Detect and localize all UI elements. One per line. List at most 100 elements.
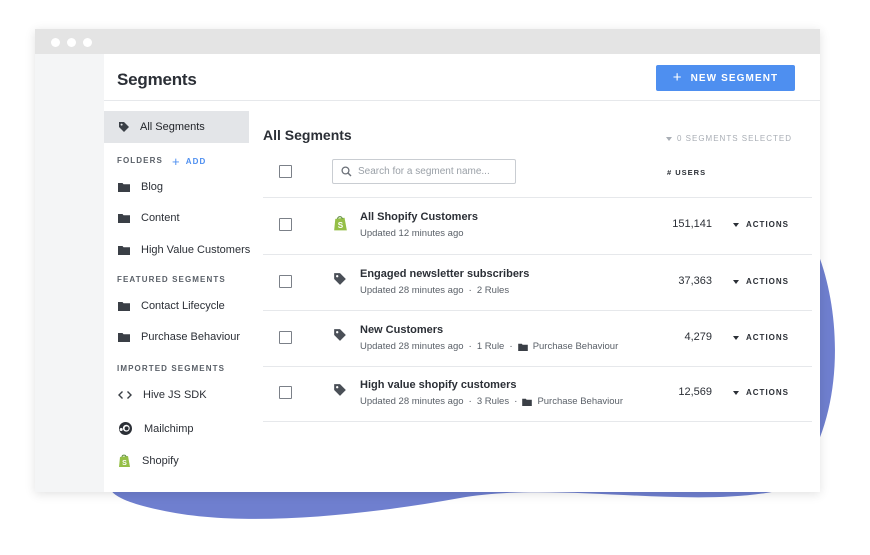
actions-dropdown[interactable]: ACTIONS bbox=[733, 277, 789, 286]
row-checkbox[interactable] bbox=[279, 331, 292, 344]
code-icon bbox=[118, 391, 132, 399]
left-nav-strip bbox=[35, 54, 104, 492]
sidebar-item-label: Purchase Behaviour bbox=[141, 331, 241, 343]
featured-segments-heading: FEATURED SEGMENTS bbox=[117, 275, 226, 284]
section-title: All Segments bbox=[263, 127, 352, 143]
segments-sidebar: All Segments FOLDERS + ADD Blog Content … bbox=[104, 101, 250, 492]
shopify-icon: S bbox=[119, 454, 130, 467]
updated-text: Updated 28 minutes ago bbox=[360, 341, 464, 352]
actions-label: ACTIONS bbox=[746, 333, 789, 342]
updated-text: Updated 12 minutes ago bbox=[360, 228, 464, 239]
page-title: Segments bbox=[117, 70, 197, 89]
window-dot-close[interactable] bbox=[51, 38, 60, 47]
mailchimp-icon bbox=[119, 422, 132, 435]
search-icon bbox=[341, 166, 352, 177]
sidebar-item-content[interactable]: Content bbox=[118, 212, 180, 224]
tag-icon bbox=[119, 122, 129, 132]
selected-count-label: 0 SEGMENTS SELECTED bbox=[676, 134, 792, 143]
rules-count: 1 Rule bbox=[476, 341, 505, 352]
segment-search[interactable] bbox=[332, 159, 516, 184]
sidebar-item-label: Blog bbox=[141, 181, 164, 193]
segment-meta: Updated 12 minutes ago bbox=[360, 228, 464, 239]
segment-meta: Updated 28 minutes ago · 2 Rules bbox=[360, 285, 509, 296]
caret-down-icon bbox=[733, 335, 739, 340]
plus-icon: + bbox=[672, 69, 683, 86]
folder-icon bbox=[517, 343, 528, 351]
app-window: Segments + NEW SEGMENT All Segments FOLD… bbox=[35, 29, 820, 492]
folders-heading: FOLDERS bbox=[117, 156, 163, 165]
actions-label: ACTIONS bbox=[746, 277, 789, 286]
sidebar-item-label: High Value Customers bbox=[141, 244, 251, 256]
imported-segments-heading: IMPORTED SEGMENTS bbox=[117, 364, 226, 373]
updated-text: Updated 28 minutes ago bbox=[360, 396, 464, 407]
separator-dot: · bbox=[468, 396, 472, 407]
tag-icon bbox=[334, 273, 346, 285]
row-checkbox[interactable] bbox=[279, 386, 292, 399]
sidebar-item-contact-lifecycle[interactable]: Contact Lifecycle bbox=[118, 300, 225, 312]
segment-name[interactable]: Engaged newsletter subscribers bbox=[360, 268, 529, 280]
window-titlebar bbox=[35, 29, 820, 54]
folder-icon bbox=[118, 183, 130, 192]
separator-dot: · bbox=[509, 341, 513, 352]
user-count: 4,279 bbox=[684, 331, 712, 343]
folder-icon bbox=[118, 302, 130, 311]
user-count: 37,363 bbox=[678, 275, 712, 287]
sidebar-item-purchase-behaviour[interactable]: Purchase Behaviour bbox=[118, 331, 240, 343]
shopify-icon: S bbox=[334, 216, 347, 231]
add-folder-button[interactable]: + ADD bbox=[172, 154, 206, 169]
table-row[interactable]: High value shopify customers Updated 28 … bbox=[263, 366, 812, 421]
svg-text:S: S bbox=[122, 460, 127, 467]
table-row[interactable]: Engaged newsletter subscribers Updated 2… bbox=[263, 255, 812, 310]
actions-dropdown[interactable]: ACTIONS bbox=[733, 388, 789, 397]
table-row[interactable]: S All Shopify Customers Updated 12 minut… bbox=[263, 198, 812, 253]
window-dot-minimize[interactable] bbox=[67, 38, 76, 47]
sidebar-item-label: Shopify bbox=[142, 455, 179, 467]
caret-down-icon bbox=[665, 136, 672, 141]
folder-icon bbox=[118, 214, 130, 223]
selection-dropdown[interactable]: 0 SEGMENTS SELECTED bbox=[665, 134, 792, 143]
sidebar-item-all-segments[interactable]: All Segments bbox=[104, 111, 249, 143]
table-row[interactable]: New Customers Updated 28 minutes ago · 1… bbox=[263, 311, 812, 366]
sidebar-item-blog[interactable]: Blog bbox=[118, 181, 163, 193]
actions-dropdown[interactable]: ACTIONS bbox=[733, 220, 789, 229]
caret-down-icon bbox=[733, 222, 739, 227]
segment-name[interactable]: High value shopify customers bbox=[360, 379, 516, 391]
sidebar-item-shopify[interactable]: S Shopify bbox=[118, 454, 179, 468]
sidebar-item-hive-js-sdk[interactable]: Hive JS SDK bbox=[118, 389, 207, 401]
separator-dot: · bbox=[514, 396, 518, 407]
segment-name[interactable]: All Shopify Customers bbox=[360, 211, 478, 223]
page-header: Segments + NEW SEGMENT bbox=[104, 54, 820, 101]
new-segment-label: NEW SEGMENT bbox=[690, 72, 779, 84]
sidebar-item-label: Hive JS SDK bbox=[143, 389, 207, 401]
actions-dropdown[interactable]: ACTIONS bbox=[733, 333, 789, 342]
svg-text:S: S bbox=[338, 221, 344, 230]
sidebar-item-mailchimp[interactable]: Mailchimp bbox=[118, 421, 194, 436]
divider bbox=[263, 421, 812, 422]
folder-name: Purchase Behaviour bbox=[537, 396, 623, 407]
rules-count: 2 Rules bbox=[476, 285, 510, 296]
folder-name: Purchase Behaviour bbox=[532, 341, 619, 352]
select-all-checkbox[interactable] bbox=[279, 165, 292, 178]
folder-icon bbox=[522, 398, 533, 406]
separator-dot: · bbox=[468, 341, 472, 352]
folder-icon bbox=[118, 333, 130, 342]
sidebar-item-label: Content bbox=[141, 212, 180, 224]
new-segment-button[interactable]: + NEW SEGMENT bbox=[656, 65, 795, 91]
segment-name[interactable]: New Customers bbox=[360, 324, 443, 336]
segment-meta: Updated 28 minutes ago · 3 Rules · Purch… bbox=[360, 396, 623, 407]
rules-count: 3 Rules bbox=[476, 396, 510, 407]
caret-down-icon bbox=[733, 390, 739, 395]
row-checkbox[interactable] bbox=[279, 218, 292, 231]
plus-icon: + bbox=[172, 154, 181, 169]
sidebar-item-high-value-customers[interactable]: High Value Customers bbox=[118, 244, 250, 256]
user-count: 151,141 bbox=[672, 218, 712, 230]
users-column-header: # USERS bbox=[667, 168, 707, 177]
updated-text: Updated 28 minutes ago bbox=[360, 285, 464, 296]
folder-icon bbox=[118, 246, 130, 255]
separator-dot: · bbox=[468, 285, 472, 296]
window-dot-maximize[interactable] bbox=[83, 38, 92, 47]
actions-label: ACTIONS bbox=[746, 220, 789, 229]
segments-main: All Segments 0 SEGMENTS SELECTED # USERS… bbox=[263, 101, 812, 492]
row-checkbox[interactable] bbox=[279, 275, 292, 288]
search-input[interactable] bbox=[358, 166, 508, 177]
